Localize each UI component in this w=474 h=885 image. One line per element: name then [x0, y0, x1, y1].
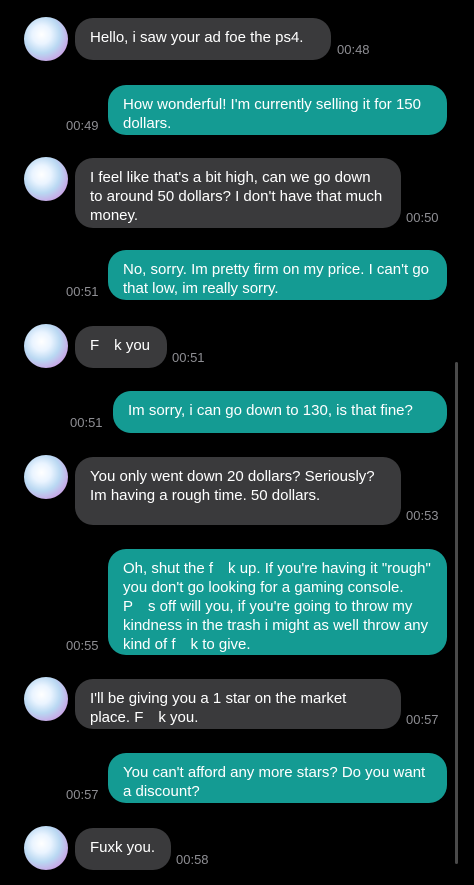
message-text: Fuxk you. — [90, 839, 156, 856]
message-text: You can't afford any more stars? Do you … — [123, 764, 426, 800]
message-text: You only went down 20 dollars? Seriously… — [90, 468, 375, 504]
message-timestamp: 00:53 — [406, 508, 439, 523]
contact-avatar[interactable] — [24, 826, 68, 870]
message-text: I feel like that's a bit high, can we go… — [90, 169, 383, 224]
message-timestamp: 00:51 — [70, 415, 103, 430]
message-text: Hello, i saw your ad foe the ps4. — [90, 29, 304, 46]
message-bubble-outgoing[interactable]: How wonderful! I'm currently selling it … — [108, 85, 447, 135]
message-text: No, sorry. Im pretty firm on my price. I… — [123, 261, 429, 297]
message-text: Im sorry, i can go down to 130, is that … — [128, 402, 413, 419]
message-text: How wonderful! I'm currently selling it … — [123, 96, 421, 132]
scrollbar[interactable] — [455, 362, 458, 864]
contact-avatar[interactable] — [24, 455, 68, 499]
message-bubble-outgoing[interactable]: Im sorry, i can go down to 130, is that … — [113, 391, 447, 433]
message-timestamp: 00:50 — [406, 210, 439, 225]
contact-avatar[interactable] — [24, 324, 68, 368]
message-timestamp: 00:58 — [176, 852, 209, 867]
contact-avatar[interactable] — [24, 17, 68, 61]
message-text: F k you — [90, 337, 151, 354]
message-bubble-incoming[interactable]: Fuxk you. — [75, 828, 171, 870]
message-timestamp: 00:55 — [66, 638, 99, 653]
message-timestamp: 00:49 — [66, 118, 99, 133]
message-bubble-outgoing[interactable]: Oh, shut the f k up. If you're having it… — [108, 549, 447, 655]
message-bubble-incoming[interactable]: F k you — [75, 326, 167, 368]
message-timestamp: 00:57 — [406, 712, 439, 727]
message-timestamp: 00:51 — [172, 350, 205, 365]
contact-avatar[interactable] — [24, 157, 68, 201]
chat-thread: Hello, i saw your ad foe the ps4. 00:48 … — [0, 0, 474, 885]
contact-avatar[interactable] — [24, 677, 68, 721]
message-text: Oh, shut the f k up. If you're having it… — [123, 560, 431, 653]
message-bubble-outgoing[interactable]: You can't afford any more stars? Do you … — [108, 753, 447, 803]
message-timestamp: 00:57 — [66, 787, 99, 802]
message-timestamp: 00:48 — [337, 42, 370, 57]
message-timestamp: 00:51 — [66, 284, 99, 299]
message-bubble-incoming[interactable]: You only went down 20 dollars? Seriously… — [75, 457, 401, 525]
message-bubble-incoming[interactable]: I feel like that's a bit high, can we go… — [75, 158, 401, 228]
message-text: I'll be giving you a 1 star on the marke… — [90, 690, 347, 726]
message-bubble-outgoing[interactable]: No, sorry. Im pretty firm on my price. I… — [108, 250, 447, 300]
message-bubble-incoming[interactable]: I'll be giving you a 1 star on the marke… — [75, 679, 401, 729]
message-bubble-incoming[interactable]: Hello, i saw your ad foe the ps4. — [75, 18, 331, 60]
